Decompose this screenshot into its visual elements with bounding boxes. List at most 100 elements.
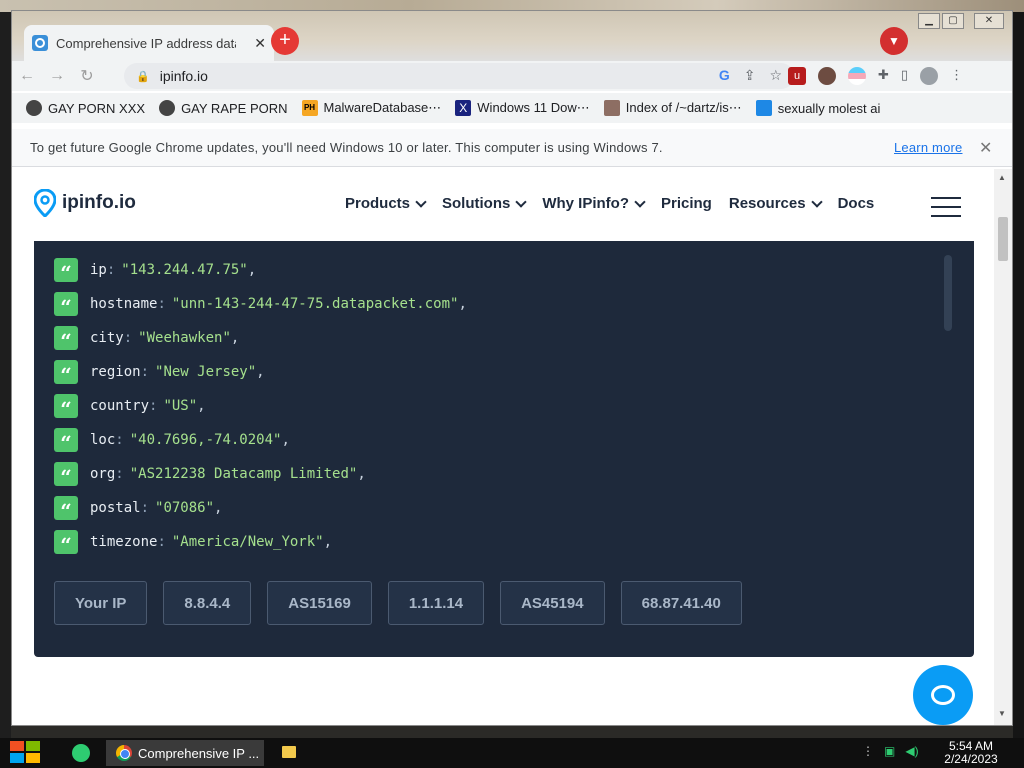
bookmark-item[interactable]: Index of /~dartz/is⋯ <box>603 100 742 116</box>
json-line: “ ip: "143.244.47.75", <box>54 253 924 287</box>
nav-solutions[interactable]: Solutions <box>442 195 528 212</box>
taskbar-chrome-button[interactable]: Comprehensive IP ... <box>106 740 264 766</box>
clock[interactable]: 5:54 AM 2/24/2023 <box>936 740 1006 766</box>
update-infobar: To get future Google Chrome updates, you… <box>12 129 1012 167</box>
json-key: city <box>90 330 124 346</box>
ip-chip-button[interactable]: AS45194 <box>500 581 605 625</box>
lock-icon[interactable]: 🔒 <box>136 70 150 83</box>
scroll-up-icon[interactable]: ▲ <box>998 173 1006 182</box>
code-scrollbar[interactable] <box>944 255 952 331</box>
folder-icon[interactable] <box>282 746 296 758</box>
json-key: postal <box>90 500 141 516</box>
ip-chip-button[interactable]: 68.87.41.40 <box>620 581 742 625</box>
profile-extension-icon[interactable] <box>818 67 836 85</box>
clock-date: 2/24/2023 <box>944 752 998 766</box>
menu-kebab-icon[interactable]: ⋮ <box>950 67 963 85</box>
quote-icon[interactable]: “ <box>54 292 78 319</box>
page-scrollbar[interactable]: ▲ ▼ <box>994 169 1012 725</box>
tab-title: Comprehensive IP address data <box>56 35 236 51</box>
x-icon: X <box>455 100 472 116</box>
nav-docs[interactable]: Docs <box>838 195 875 212</box>
browser-tab[interactable]: Comprehensive IP address data ✕ <box>24 25 274 61</box>
json-value: "Weehawken" <box>138 330 231 346</box>
close-infobar-icon[interactable]: ✕ <box>979 138 993 158</box>
bookmark-item[interactable]: PH MalwareDatabase⋯ <box>301 100 441 116</box>
chevron-down-icon <box>415 195 427 208</box>
extensions-puzzle-icon[interactable]: ✚ <box>878 67 889 85</box>
close-tab-icon[interactable]: ✕ <box>254 35 266 52</box>
json-colon: : <box>123 330 133 346</box>
network-icon[interactable]: ▣ <box>884 744 895 758</box>
desktop-right-edge <box>1013 12 1024 738</box>
volume-icon[interactable]: ◀) <box>905 744 918 758</box>
chat-button[interactable] <box>913 665 973 725</box>
nav-why-ipinfo[interactable]: Why IPinfo? <box>542 195 646 212</box>
json-colon: : <box>115 432 124 448</box>
ipinfo-logo[interactable]: ipinfo.io <box>34 189 136 217</box>
ip-chip-button[interactable]: Your IP <box>54 581 148 625</box>
bookmark-star-icon[interactable]: ☆ <box>769 67 782 84</box>
quote-icon[interactable]: “ <box>54 258 78 285</box>
json-comma: , <box>256 364 265 380</box>
windows-start-icon[interactable] <box>10 741 42 765</box>
forward-icon[interactable]: → <box>42 67 72 85</box>
ip-data-panel: “ ip: "143.244.47.75", “ hostname: "unn-143-2… <box>34 241 974 657</box>
json-value: "unn-143-244-47-75.datapacket.com" <box>171 296 459 312</box>
reload-icon[interactable]: ↻ <box>72 66 102 86</box>
ip-chip-button[interactable]: AS15169 <box>267 581 372 625</box>
bookmark-item[interactable]: X Windows 11 Dow⋯ <box>455 100 590 116</box>
hamburger-menu-icon[interactable] <box>931 197 961 224</box>
json-value: "New Jersey" <box>155 364 257 380</box>
json-line: “ country: "US", <box>54 389 924 423</box>
tab-search-button[interactable]: ▼ <box>880 27 908 55</box>
ipinfo-favicon-icon <box>32 35 48 51</box>
chat-bubble-icon <box>931 685 955 705</box>
side-panel-icon[interactable]: ▯ <box>901 67 908 85</box>
tray-overflow-icon[interactable]: ⋮ <box>862 744 874 758</box>
google-lens-icon[interactable]: G <box>719 67 730 84</box>
location-pin-icon <box>34 189 56 217</box>
taskbar-app-icon[interactable] <box>72 744 90 762</box>
bookmark-item[interactable]: sexually molest ai <box>755 100 880 116</box>
quote-icon[interactable]: “ <box>54 462 78 489</box>
quote-icon[interactable]: “ <box>54 530 78 557</box>
json-colon: : <box>106 262 116 278</box>
chrome-icon <box>116 745 132 761</box>
learn-more-link[interactable]: Learn more <box>894 140 962 155</box>
quote-icon[interactable]: “ <box>54 496 78 523</box>
ip-chip-button[interactable]: 8.8.4.4 <box>163 581 252 625</box>
address-bar[interactable]: 🔒 ipinfo.io G ⇪ ☆ <box>124 63 794 89</box>
maximize-button[interactable]: ▢ <box>942 13 964 29</box>
minimize-button[interactable]: ▁ <box>918 13 940 29</box>
nav-products[interactable]: Products <box>345 195 427 212</box>
nav-pricing[interactable]: Pricing <box>661 195 712 212</box>
ublock-extension-icon[interactable]: u <box>788 67 806 85</box>
close-window-button[interactable]: ✕ <box>974 13 1004 29</box>
json-comma: , <box>323 534 333 550</box>
back-icon[interactable]: ← <box>12 67 42 85</box>
json-comma: , <box>214 500 223 516</box>
ph-icon: PH <box>301 100 318 116</box>
quote-icon[interactable]: “ <box>54 326 78 353</box>
scrollbar-thumb[interactable] <box>998 217 1008 261</box>
quote-icon[interactable]: “ <box>54 360 78 387</box>
flag-extension-icon[interactable] <box>848 67 866 85</box>
json-line-partial <box>54 559 924 567</box>
new-tab-button[interactable]: + <box>271 27 299 55</box>
scroll-down-icon[interactable]: ▼ <box>998 709 1006 718</box>
json-line: “ hostname: "unn-143-244-47-75.datapacket.… <box>54 287 924 321</box>
bookmark-item[interactable]: GAY RAPE PORN <box>159 100 288 116</box>
nav-resources[interactable]: Resources <box>729 195 823 212</box>
json-key: hostname <box>90 296 158 312</box>
quote-icon[interactable]: “ <box>54 428 78 455</box>
json-colon: : <box>157 534 166 550</box>
ip-chip-button[interactable]: 1.1.1.14 <box>387 581 485 625</box>
bookmark-item[interactable]: GAY PORN XXX <box>26 100 145 116</box>
quote-icon[interactable]: “ <box>54 394 78 421</box>
json-key: timezone <box>90 534 158 550</box>
json-comma: , <box>281 432 290 448</box>
share-icon[interactable]: ⇪ <box>744 67 756 84</box>
json-output: “ ip: "143.244.47.75", “ hostname: "unn-143-2… <box>54 253 924 567</box>
profile-avatar-icon[interactable] <box>920 67 939 85</box>
bookmarks-bar: GAY PORN XXX GAY RAPE PORN PH MalwareData… <box>12 93 1012 123</box>
